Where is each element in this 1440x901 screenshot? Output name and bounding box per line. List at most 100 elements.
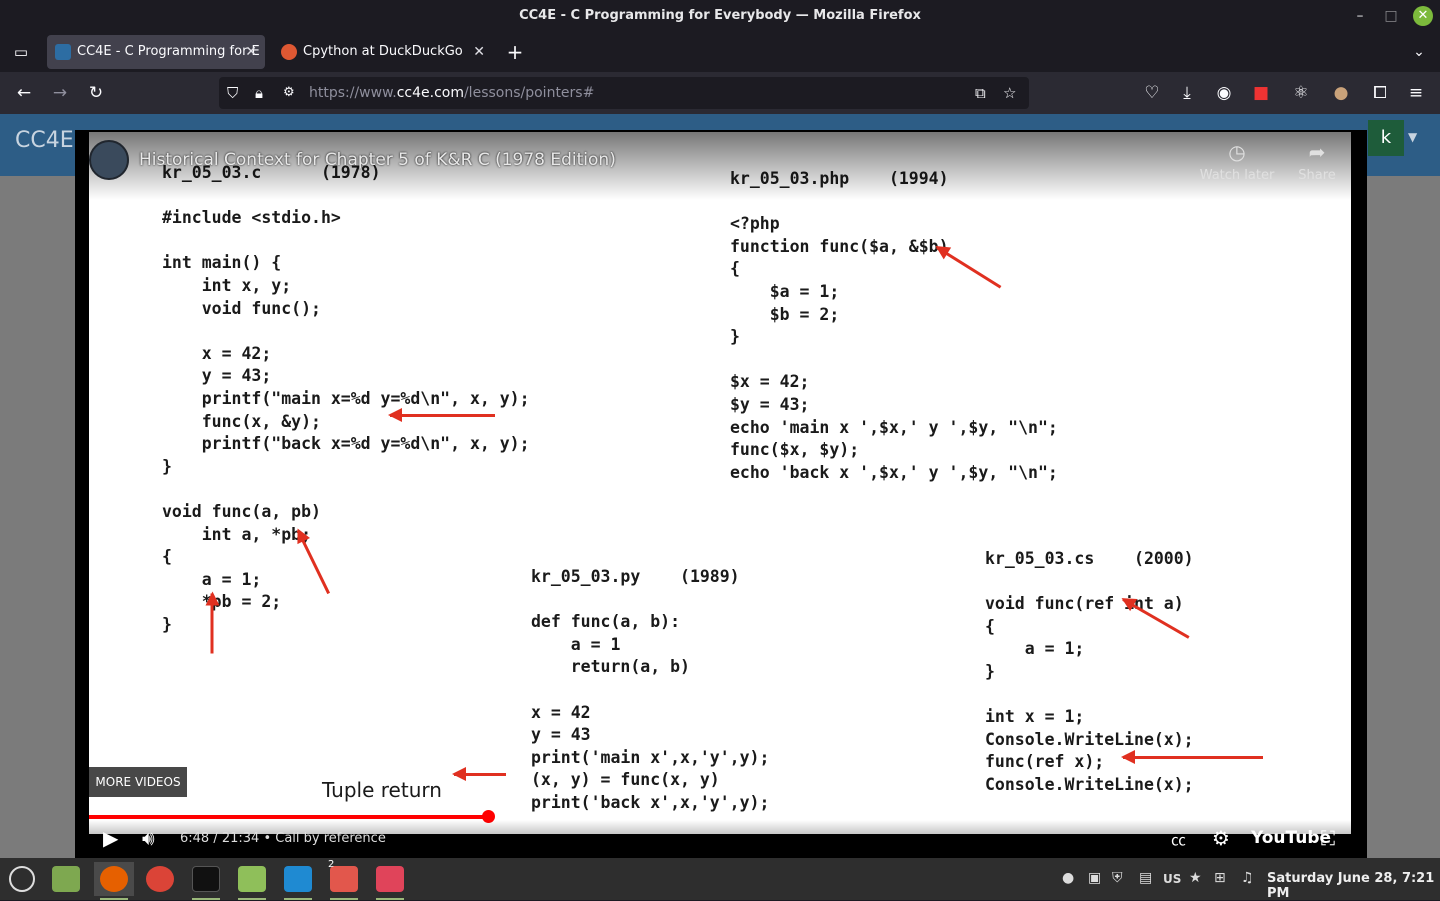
shield-icon[interactable]: ⛉ [227, 77, 238, 109]
extension-avatar-icon[interactable]: ● [1328, 80, 1354, 106]
menu-hamburger-icon[interactable]: ≡ [1403, 80, 1429, 106]
minimize-icon[interactable]: – [1350, 6, 1370, 26]
arrow-c-pointer-assign [210, 593, 214, 654]
files-taskbar-button[interactable] [232, 862, 272, 900]
vscode-icon [284, 866, 312, 892]
forward-icon[interactable]: → [47, 80, 73, 106]
terminal-taskbar-button[interactable] [186, 862, 226, 900]
account-icon[interactable]: ◉ [1211, 80, 1237, 106]
permissions-icon[interactable]: ⚙ [283, 77, 295, 109]
c-code-block: kr_05_03.c (1978) #include <stdio.h> int… [162, 163, 530, 634]
progress-played [89, 815, 488, 819]
youtube-video-player[interactable]: kr_05_03.c (1978) #include <stdio.h> int… [75, 130, 1367, 858]
firefox-view-icon[interactable]: ▭ [8, 39, 34, 65]
pocket-icon[interactable]: ♡ [1139, 80, 1165, 106]
more-videos-button[interactable]: MORE VIDEOS [89, 767, 187, 797]
watch-later-label: Watch later [1199, 168, 1275, 183]
youtube-logo[interactable]: YouTube [1251, 828, 1331, 848]
tab-bar: ▭ CC4E - C Programming for E ✕ Cpython a… [0, 32, 1440, 72]
app-taskbar-button[interactable]: 2 [324, 859, 364, 900]
lecture-slide: kr_05_03.c (1978) #include <stdio.h> int… [89, 132, 1351, 834]
folder-icon [238, 866, 266, 892]
video-title[interactable]: Historical Context for Chapter 5 of K&R … [139, 150, 616, 170]
image-viewer-taskbar-button[interactable] [370, 862, 410, 900]
extensions-puzzle-icon[interactable]: ⧠ [1367, 80, 1393, 106]
favorites-star-icon[interactable]: ★ [1189, 870, 1202, 886]
tab-label: Cpython at DuckDuckGo [303, 44, 463, 59]
document-icon[interactable]: ▤ [1139, 870, 1152, 886]
bookmark-star-icon[interactable]: ☆ [1003, 77, 1016, 109]
cc4e-favicon-icon [55, 44, 71, 60]
video-time-display: 6:48 / 21:34 • Call by reference [180, 831, 386, 846]
notification-icon[interactable]: ● [1062, 870, 1074, 886]
python-code-block: kr_05_03.py (1989) def func(a, b): a = 1… [531, 567, 770, 812]
vscode-taskbar-button[interactable] [278, 862, 318, 900]
window-titlebar: CC4E - C Programming for Everybody — Moz… [0, 0, 1440, 32]
sound-icon[interactable]: ♫ [1241, 870, 1254, 886]
tab-close-icon[interactable]: ✕ [473, 35, 485, 69]
maximize-icon[interactable]: □ [1381, 6, 1401, 26]
csharp-code-block: kr_05_03.cs (2000) void func(ref int a) … [985, 549, 1194, 794]
clipboard-icon[interactable]: ▣ [1088, 870, 1101, 886]
tab-label: CC4E - C Programming for E [77, 44, 260, 59]
tab-close-icon[interactable]: ✕ [245, 35, 257, 69]
share-button[interactable]: ➦ Share [1277, 140, 1357, 183]
channel-avatar[interactable] [89, 140, 129, 180]
window-count-badge: 2 [328, 859, 335, 870]
image-viewer-icon [376, 866, 404, 892]
update-shield-icon[interactable]: ⛨ [1112, 870, 1123, 886]
arrow-tuple-return [452, 767, 506, 781]
new-tab-button[interactable]: + [502, 39, 528, 65]
extension-react-icon[interactable]: ⚛ [1288, 80, 1314, 106]
url-bar[interactable]: ⛉ 🔒︎ ⚙ https://www.cc4e.com/lessons/poin… [219, 77, 1029, 109]
user-menu-caret-icon[interactable]: ▼ [1408, 130, 1417, 144]
clock[interactable]: Saturday June 28, 7:21 PM [1267, 871, 1440, 901]
video-progress-bar[interactable] [89, 810, 1351, 823]
user-avatar[interactable]: k [1368, 120, 1404, 156]
taskbar: 2 ● ▣ ⛨ ▤ US ★ ⊞ ♫ Saturday June 28, 7:2… [0, 858, 1440, 901]
firefox-icon [100, 866, 128, 892]
clock-icon: ◷ [1228, 140, 1246, 164]
tab-duckduckgo[interactable]: Cpython at DuckDuckGo ✕ [273, 35, 493, 69]
chrome-taskbar-button[interactable] [140, 862, 180, 896]
desktop-icon [52, 866, 80, 892]
share-arrow-icon: ➦ [1308, 140, 1326, 164]
url-prefix: https://www. [309, 85, 397, 101]
mint-logo-icon [9, 866, 35, 892]
extension-red-icon[interactable]: ■ [1248, 80, 1274, 106]
terminal-icon [192, 866, 220, 892]
navigation-bar: ← → ↻ ⛉ 🔒︎ ⚙ https://www.cc4e.com/lesson… [0, 72, 1440, 114]
volume-icon[interactable]: 🔊︎ [142, 826, 155, 850]
picture-in-picture-icon[interactable]: ⧉ [975, 77, 986, 109]
video-time: 6:48 / 21:34 [180, 831, 260, 846]
time-separator: • [263, 831, 272, 846]
settings-gear-icon[interactable]: ⚙ [1212, 826, 1230, 850]
video-controls: ▶ 🔊︎ 6:48 / 21:34 • Call by reference ㏄ … [75, 820, 1367, 858]
keyboard-layout[interactable]: US [1163, 872, 1181, 886]
site-logo[interactable]: CC4E [15, 128, 74, 153]
watch-later-button[interactable]: ◷ Watch later [1197, 140, 1277, 183]
arrow-cs-ref-call [1121, 750, 1263, 764]
play-icon[interactable]: ▶ [103, 826, 118, 850]
show-desktop-button[interactable] [46, 862, 86, 896]
downloads-icon[interactable]: ⤓ [1174, 80, 1200, 106]
close-window-button[interactable]: ✕ [1413, 6, 1433, 26]
url-host: cc4e.com [396, 85, 464, 101]
page-content: CC4E k ▼ kr_05_03.c (1978) #include <std… [0, 114, 1440, 858]
duckduckgo-favicon-icon [281, 44, 297, 60]
share-label: Share [1298, 168, 1336, 183]
back-icon[interactable]: ← [11, 80, 37, 106]
video-top-overlay: Historical Context for Chapter 5 of K&R … [75, 130, 1367, 200]
fullscreen-icon[interactable]: ⛶ [1321, 826, 1335, 850]
reload-icon[interactable]: ↻ [83, 80, 109, 106]
firefox-taskbar-button[interactable] [94, 862, 134, 900]
lock-icon[interactable]: 🔒︎ [255, 77, 263, 109]
network-icon[interactable]: ⊞ [1214, 870, 1226, 886]
php-code-block: kr_05_03.php (1994) <?php function func(… [730, 169, 1058, 482]
list-tabs-icon[interactable]: ⌄ [1406, 39, 1432, 65]
tab-cc4e[interactable]: CC4E - C Programming for E ✕ [47, 35, 265, 69]
start-menu-button[interactable] [2, 862, 42, 896]
window-title: CC4E - C Programming for Everybody — Moz… [519, 8, 921, 23]
captions-icon[interactable]: ㏄ [1171, 829, 1186, 850]
chapter-title[interactable]: Call by reference [275, 831, 386, 846]
